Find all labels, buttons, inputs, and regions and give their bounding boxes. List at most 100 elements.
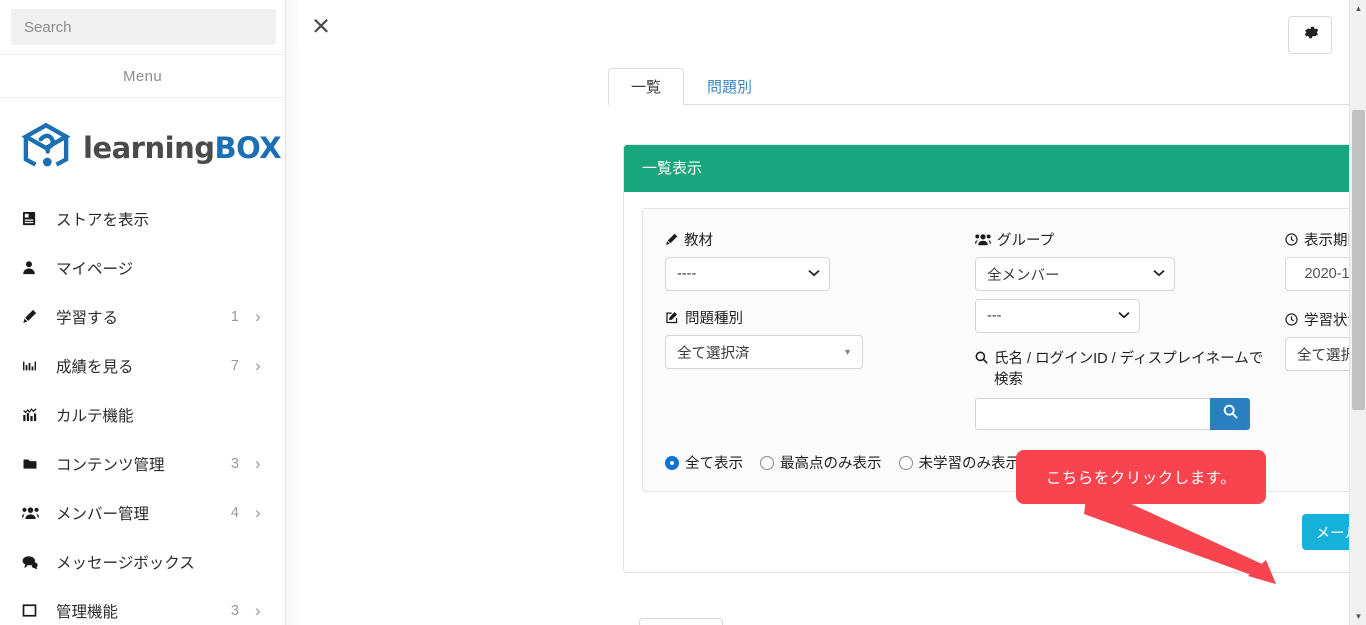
analytics-icon	[22, 407, 46, 422]
sidebar-item-member-management[interactable]: メンバー管理 4 ›	[0, 488, 285, 537]
material-field: 教材 ----	[665, 229, 975, 291]
sidebar-item-label: ストアを表示	[56, 211, 150, 229]
chevron-right-icon[interactable]: ›	[255, 503, 267, 523]
chevron-right-icon[interactable]: ›	[255, 454, 267, 474]
caret-down-icon: ▼	[843, 347, 852, 357]
group-select-wrap: 全メンバー	[975, 257, 1175, 291]
group-select[interactable]: 全メンバー	[975, 257, 1175, 291]
brand-logo-text: learningBOX	[83, 131, 282, 165]
radio-indicator	[898, 455, 913, 470]
brand-logo-text-primary: learning	[83, 131, 215, 165]
sidebar: Menu learningBOX	[0, 0, 286, 625]
main-content: × 一覧 問題別 一覧表示 教材 ---- 問題種別 全て選択済 ▼ グループ …	[286, 0, 1366, 625]
clock-icon	[1285, 313, 1298, 326]
name-search-label-text: 氏名 / ログインID / ディスプレイネームで検索	[994, 351, 1264, 389]
group-label-text: グループ	[997, 233, 1055, 249]
sidebar-search-container	[0, 0, 285, 54]
radio-option-unstudied-only[interactable]: 未学習のみ表示	[898, 452, 1021, 473]
settings-button[interactable]	[1288, 16, 1332, 54]
scroll-down-arrow-icon[interactable]: ▼	[1350, 608, 1366, 625]
brand-logo-container: learningBOX	[0, 98, 285, 194]
sidebar-item-count: 7	[230, 357, 239, 374]
scroll-up-arrow-icon[interactable]: ▲	[1350, 0, 1366, 17]
tab-by-question[interactable]: 問題別	[684, 68, 775, 105]
group-sub-select-value: ---	[987, 308, 1002, 324]
sidebar-item-message-box[interactable]: メッセージボックス	[0, 537, 285, 586]
sidebar-item-label: コンテンツ管理	[56, 456, 165, 474]
material-select-value: ----	[677, 266, 697, 282]
learningbox-cube-icon	[18, 120, 74, 176]
users-icon	[975, 233, 991, 246]
close-icon[interactable]: ×	[298, 2, 344, 48]
group-sub-select[interactable]: ---	[975, 299, 1140, 333]
chevron-right-icon[interactable]: ›	[255, 601, 267, 621]
radio-label: 全て表示	[685, 456, 743, 473]
sidebar-item-label: 管理機能	[56, 603, 119, 621]
sidebar-item-label: マイページ	[56, 260, 134, 278]
material-label-text: 教材	[684, 233, 713, 249]
group-field: グループ 全メンバー ---	[975, 229, 1285, 333]
material-select[interactable]: ----	[665, 257, 830, 291]
sidebar-item-content-management[interactable]: コンテンツ管理 3 ›	[0, 439, 285, 488]
group-select-value: 全メンバー	[987, 267, 1060, 284]
sidebar-item-grades[interactable]: 成績を見る 7 ›	[0, 341, 285, 390]
sidebar-nav: ストアを表示 マイページ 学習する 1 › 成績を見る 7 › カルテ機能 コン…	[0, 194, 285, 625]
radio-label: 未学習のみ表示	[918, 456, 1021, 473]
question-type-label-text: 問題種別	[685, 311, 743, 327]
sidebar-item-label: メンバー管理	[56, 505, 150, 523]
content-left-shadow	[286, 0, 304, 625]
name-search-field: 氏名 / ログインID / ディスプレイネームで検索	[975, 349, 1265, 431]
brand-logo: learningBOX	[18, 120, 285, 176]
sidebar-item-study[interactable]: 学習する 1 ›	[0, 292, 285, 341]
question-type-field: 問題種別 全て選択済 ▼	[665, 307, 975, 369]
tab-list[interactable]: 一覧	[608, 68, 685, 105]
question-type-select[interactable]: 全て選択済 ▼	[665, 335, 863, 369]
sidebar-item-count: 4	[230, 504, 239, 521]
pencil-icon	[22, 309, 46, 324]
filter-column-middle: グループ 全メンバー --- 氏名 / ログインID / ディスプレイネームで検…	[975, 229, 1285, 446]
chevron-right-icon[interactable]: ›	[255, 307, 267, 327]
clock-icon	[1285, 233, 1298, 246]
action-button-row: メール通知機能 ▾ CSV作成 ▾	[642, 514, 1366, 551]
bottom-partial-element	[639, 618, 723, 625]
question-type-value: 全て選択済	[677, 345, 750, 362]
brand-logo-text-secondary: BOX	[214, 131, 282, 165]
name-search-button[interactable]	[1210, 398, 1250, 431]
name-search-label: 氏名 / ログインID / ディスプレイネームで検索	[975, 349, 1265, 391]
user-icon	[22, 260, 46, 275]
chevron-right-icon[interactable]: ›	[255, 356, 267, 376]
radio-indicator	[665, 455, 679, 470]
sidebar-item-label: メッセージボックス	[56, 554, 195, 572]
menu-heading: Menu	[0, 54, 285, 98]
search-icon	[975, 349, 988, 364]
sidebar-item-admin[interactable]: 管理機能 3 ›	[0, 586, 285, 625]
sidebar-item-count: 1	[230, 308, 239, 325]
scrollbar-thumb[interactable]	[1352, 110, 1365, 410]
radio-option-all[interactable]: 全て表示	[665, 452, 743, 473]
search-input[interactable]	[11, 9, 276, 45]
radio-label: 最高点のみ表示	[780, 456, 882, 473]
bar-chart-icon	[22, 359, 46, 373]
name-search-input[interactable]	[975, 398, 1210, 431]
users-icon	[22, 506, 46, 520]
sidebar-item-count: 3	[230, 455, 239, 472]
gear-icon	[1301, 23, 1320, 47]
group-sub-select-wrap: ---	[975, 299, 1140, 333]
filter-grid: 教材 ---- 問題種別 全て選択済 ▼ グループ 全メンバー --- 氏名 /…	[665, 229, 1366, 446]
tab-bar: 一覧 問題別	[608, 68, 1366, 105]
question-type-select-wrap: 全て選択済 ▼	[665, 335, 863, 369]
sidebar-item-store[interactable]: ストアを表示	[0, 194, 285, 243]
edit-square-icon	[665, 311, 679, 324]
radio-indicator	[760, 455, 774, 470]
sidebar-item-mypage[interactable]: マイページ	[0, 243, 285, 292]
group-label: グループ	[975, 229, 1285, 250]
sidebar-item-count: 3	[230, 602, 239, 619]
sidebar-item-karte[interactable]: カルテ機能	[0, 390, 285, 439]
chat-icon	[22, 555, 46, 569]
panel-title: 一覧表示	[624, 145, 1366, 192]
square-icon	[22, 603, 46, 618]
page-scrollbar[interactable]: ▲ ▼	[1349, 0, 1366, 625]
search-icon	[1223, 404, 1238, 424]
panel-body: 教材 ---- 問題種別 全て選択済 ▼ グループ 全メンバー --- 氏名 /…	[624, 192, 1366, 572]
radio-option-highest-only[interactable]: 最高点のみ表示	[760, 452, 882, 473]
